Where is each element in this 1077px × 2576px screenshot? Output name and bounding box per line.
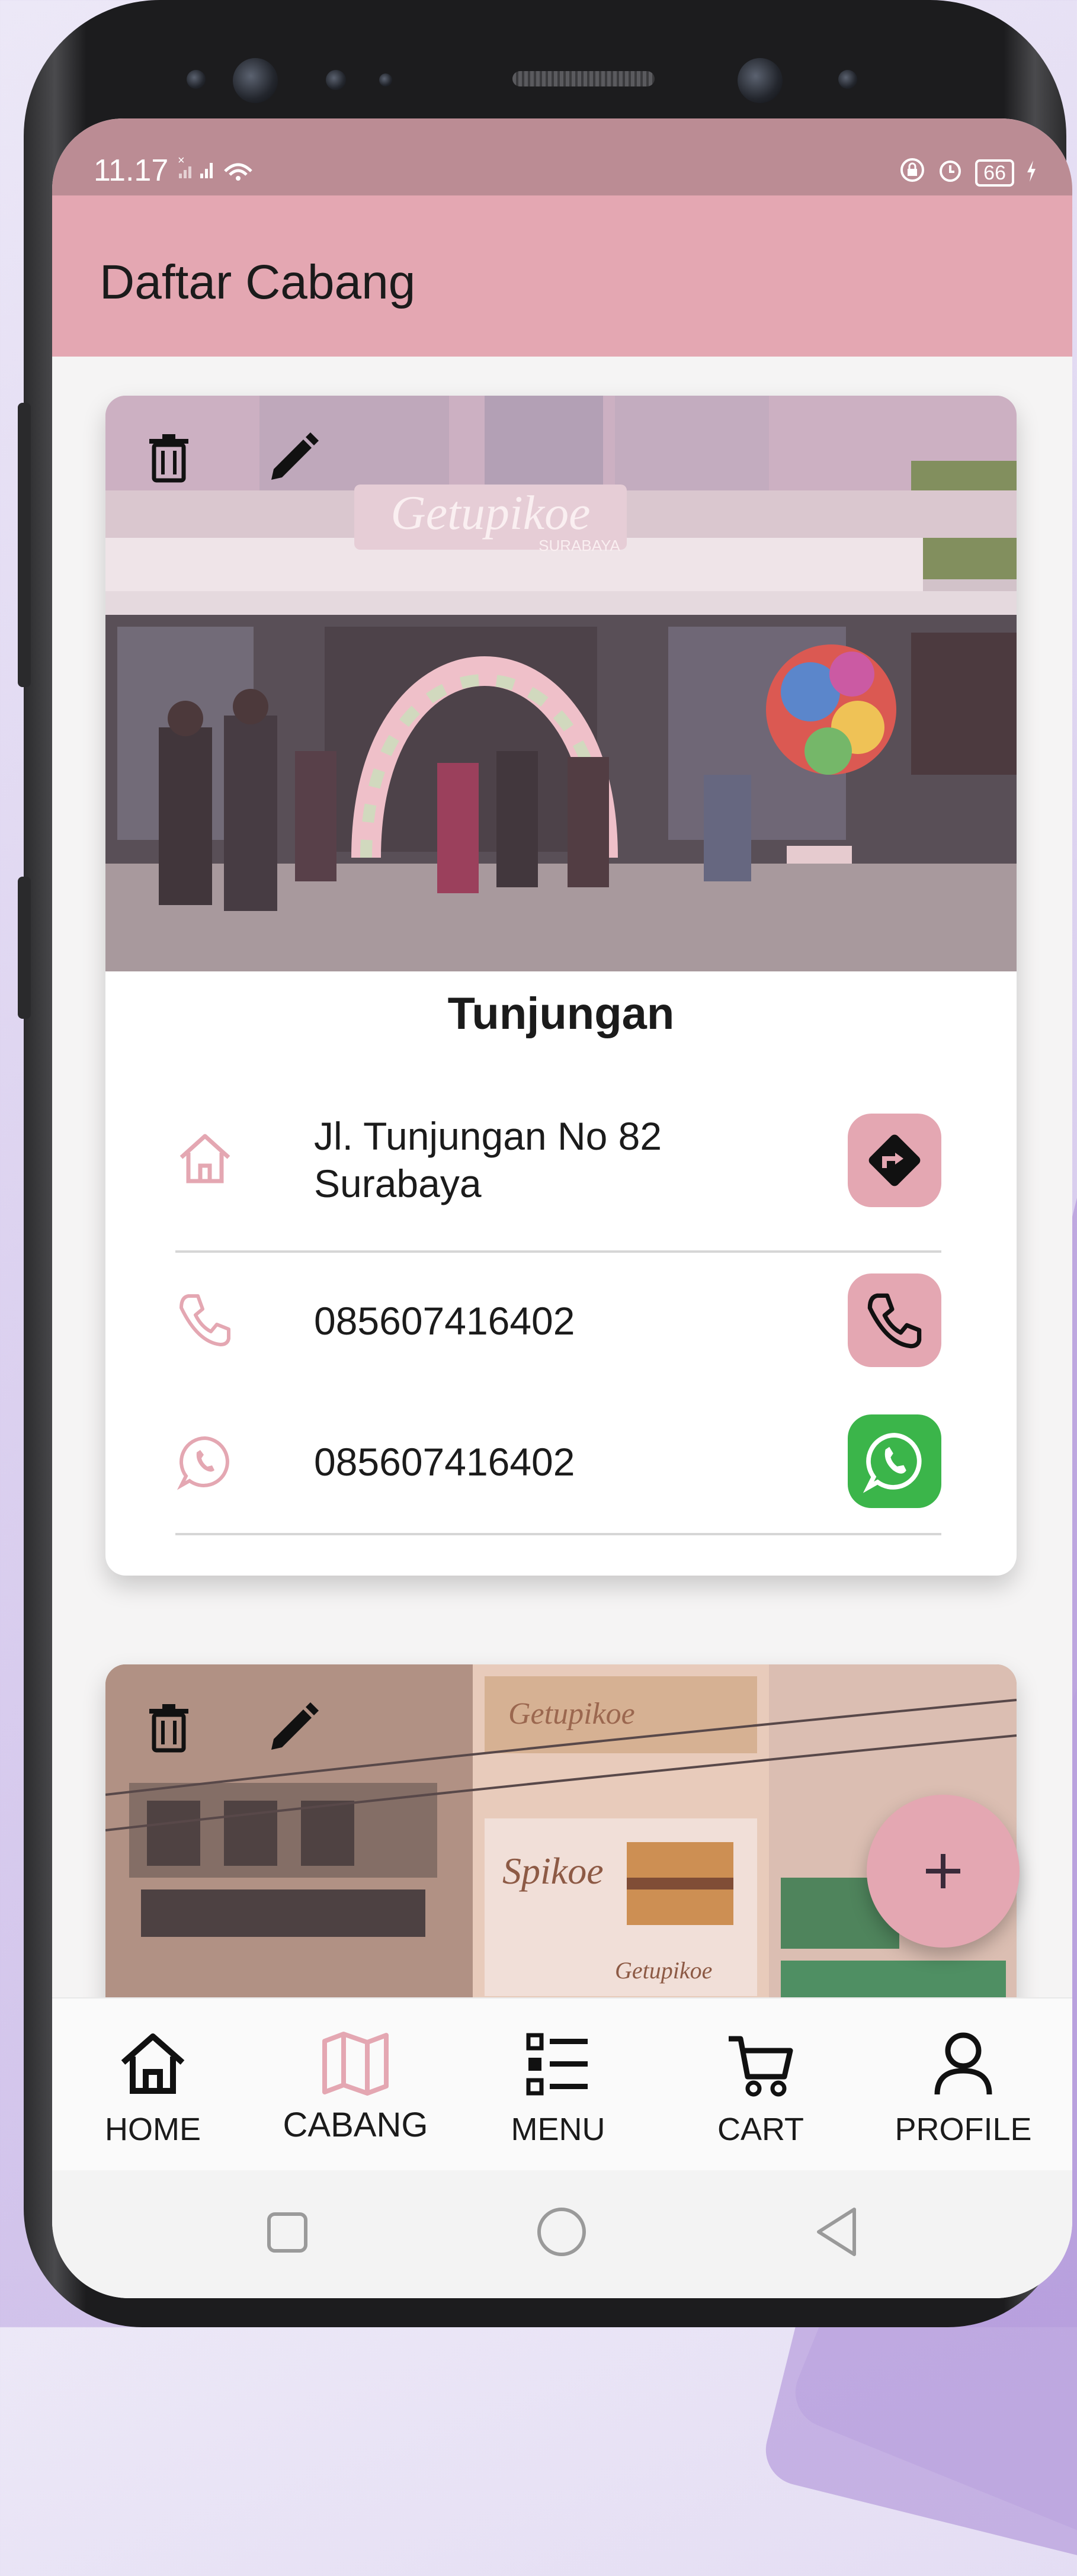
- address-line-2: Surabaya: [314, 1162, 482, 1205]
- directions-button[interactable]: [848, 1114, 941, 1207]
- map-icon: [322, 2032, 389, 2096]
- branch-name: Tunjungan: [447, 989, 675, 1039]
- sensor-dot: [326, 70, 346, 90]
- directions-icon: [868, 1134, 921, 1186]
- address-row: Jl. Tunjungan No 82 Surabaya: [105, 1112, 1017, 1231]
- whatsapp-row: 085607416402: [105, 1414, 1017, 1515]
- pencil-icon: [271, 432, 319, 480]
- phone-row: 085607416402: [105, 1271, 1017, 1372]
- nav-label: CART: [717, 2112, 804, 2147]
- charging-icon: [1026, 155, 1037, 191]
- recent-apps-icon[interactable]: [261, 2206, 314, 2259]
- status-time: 11.17: [94, 153, 169, 188]
- branch-photo: Getupikoe SURABAYA: [105, 396, 1017, 971]
- home-icon: [121, 2033, 185, 2094]
- home-outline-icon: [180, 1134, 230, 1183]
- signal-icon: ×: [177, 153, 259, 188]
- nav-profile[interactable]: PROFILE: [874, 1998, 1052, 2171]
- plus-icon: [926, 1854, 960, 1888]
- alarm-icon: [937, 155, 963, 191]
- cart-icon: [729, 2036, 793, 2097]
- divider: [175, 1533, 941, 1535]
- front-camera: [233, 58, 278, 103]
- phone-side-button: [18, 877, 31, 1019]
- trash-icon: [149, 434, 188, 483]
- status-left: 11.17 ×: [94, 153, 259, 188]
- nav-label: HOME: [105, 2112, 201, 2147]
- status-right: 66: [899, 155, 1037, 191]
- delete-button[interactable]: [142, 431, 195, 485]
- front-camera-2: [738, 58, 783, 103]
- pencil-icon: [271, 1702, 319, 1750]
- status-bar: 11.17 × 66: [52, 118, 1072, 195]
- nav-cabang[interactable]: CABANG: [267, 1998, 444, 2171]
- phone-outline-icon: [180, 1294, 230, 1346]
- whatsapp-button[interactable]: [848, 1414, 941, 1508]
- app-bar: Daftar Cabang: [52, 195, 1072, 357]
- phone-icon: [867, 1293, 922, 1349]
- trash-icon: [149, 1704, 188, 1753]
- nav-menu[interactable]: MENU: [469, 1998, 647, 2171]
- app-screen: 11.17 × 66 Daftar Cabang Getupikoe SURAB…: [52, 118, 1072, 2298]
- bottom-navigation: HOME CABANG MENU CART PROFILE: [52, 1997, 1072, 2171]
- sensor-dot: [838, 70, 857, 89]
- address-line-1: Jl. Tunjungan No 82: [314, 1114, 662, 1158]
- edit-button[interactable]: [267, 431, 320, 485]
- nav-label: PROFILE: [895, 2112, 1032, 2147]
- battery-indicator: 66: [975, 159, 1014, 187]
- branch-address: Jl. Tunjungan No 82 Surabaya: [314, 1112, 662, 1207]
- lock-rotation-icon: [899, 155, 925, 191]
- branch-card[interactable]: Getupikoe SURABAYA Tunjungan Jl. Tunjung…: [105, 396, 1017, 1576]
- edit-button[interactable]: [267, 1701, 320, 1754]
- earpiece-speaker: [512, 71, 655, 86]
- whatsapp-icon: [863, 1433, 922, 1493]
- branch-whatsapp: 085607416402: [314, 1440, 575, 1484]
- back-triangle-icon[interactable]: [810, 2203, 864, 2260]
- sensor-dot: [187, 70, 206, 89]
- divider: [175, 1250, 941, 1253]
- add-branch-button[interactable]: [867, 1795, 1020, 1948]
- system-navigation-bar: [52, 2170, 1072, 2298]
- nav-label: MENU: [511, 2112, 605, 2147]
- nav-home[interactable]: HOME: [64, 1998, 242, 2171]
- list-icon: [526, 2033, 588, 2096]
- person-icon: [934, 2032, 992, 2095]
- page-title: Daftar Cabang: [100, 255, 416, 309]
- home-circle-icon[interactable]: [533, 2203, 590, 2260]
- sensor-dot: [379, 73, 392, 86]
- delete-button[interactable]: [142, 1701, 195, 1754]
- nav-label: CABANG: [283, 2106, 428, 2144]
- signal-x-label: ×: [178, 154, 185, 167]
- nav-cart[interactable]: CART: [672, 1998, 850, 2171]
- branch-phone: 085607416402: [314, 1299, 575, 1343]
- phone-side-button: [18, 403, 31, 687]
- call-button[interactable]: [848, 1273, 941, 1367]
- whatsapp-outline-icon: [177, 1436, 229, 1490]
